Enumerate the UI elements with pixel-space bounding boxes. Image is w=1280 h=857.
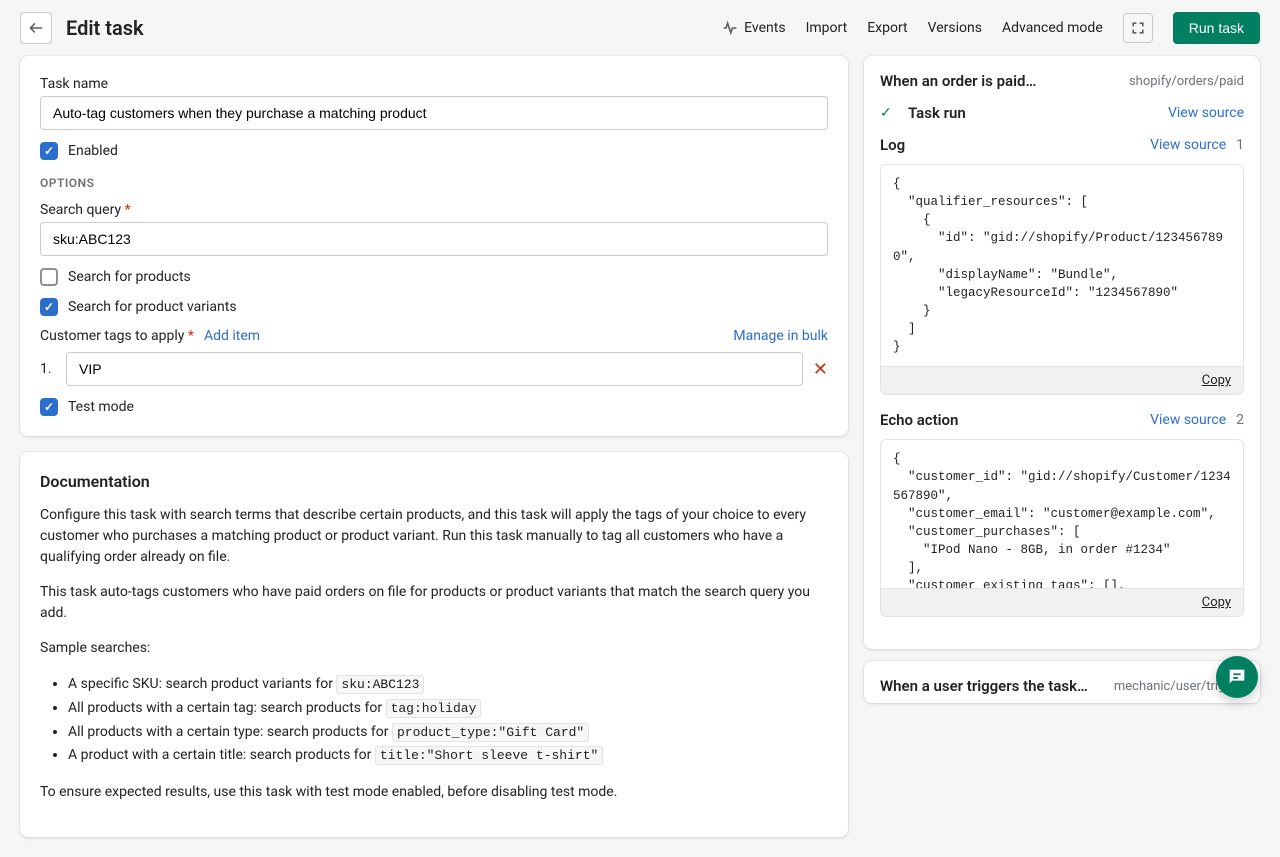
trigger-title: When a user triggers the task… bbox=[880, 677, 1088, 695]
doc-paragraph: Configure this task with search terms th… bbox=[40, 505, 828, 568]
log-count: 1 bbox=[1236, 137, 1244, 153]
echo-title: Echo action bbox=[880, 411, 958, 429]
advanced-mode-link[interactable]: Advanced mode bbox=[1002, 20, 1103, 36]
import-link[interactable]: Import bbox=[806, 20, 848, 36]
tag-index: 1. bbox=[40, 361, 56, 377]
log-body: { "qualifier_resources": [ { "id": "gid:… bbox=[881, 165, 1243, 366]
doc-paragraph: This task auto-tags customers who have p… bbox=[40, 582, 828, 624]
search-query-input[interactable] bbox=[40, 222, 828, 256]
task-name-label: Task name bbox=[40, 76, 828, 92]
view-source-link[interactable]: View source bbox=[1150, 412, 1226, 428]
view-source-link[interactable]: View source bbox=[1168, 105, 1244, 121]
options-heading: OPTIONS bbox=[40, 176, 828, 190]
arrow-left-icon bbox=[28, 20, 44, 36]
doc-list-item: A specific SKU: search product variants … bbox=[68, 673, 828, 697]
search-variants-label: Search for product variants bbox=[68, 299, 237, 315]
doc-paragraph: To ensure expected results, use this tas… bbox=[40, 782, 828, 803]
tag-input[interactable] bbox=[66, 352, 803, 386]
trigger-path: shopify/orders/paid bbox=[1129, 74, 1244, 89]
remove-tag-button[interactable]: ✕ bbox=[813, 359, 828, 380]
echo-code-block: { "customer_id": "gid://shopify/Customer… bbox=[880, 439, 1244, 617]
log-code-block: { "qualifier_resources": [ { "id": "gid:… bbox=[880, 164, 1244, 395]
doc-paragraph: Sample searches: bbox=[40, 638, 828, 659]
enabled-label: Enabled bbox=[68, 143, 118, 159]
check-icon: ✓ bbox=[880, 105, 896, 121]
manage-bulk-link[interactable]: Manage in bulk bbox=[733, 328, 828, 344]
run-task-button[interactable]: Run task bbox=[1173, 12, 1260, 44]
activity-icon bbox=[722, 20, 738, 36]
doc-list-item: All products with a certain type: search… bbox=[68, 721, 828, 745]
echo-count: 2 bbox=[1236, 412, 1244, 428]
add-item-link[interactable]: Add item bbox=[204, 328, 260, 344]
versions-link[interactable]: Versions bbox=[928, 20, 982, 36]
echo-body: { "customer_id": "gid://shopify/Customer… bbox=[881, 440, 1243, 588]
tags-label: Customer tags to apply * bbox=[40, 328, 194, 344]
search-products-checkbox[interactable] bbox=[40, 268, 58, 286]
chat-icon bbox=[1226, 666, 1248, 688]
trigger-card: When a user triggers the task… mechanic/… bbox=[864, 661, 1260, 703]
trigger-card: When an order is paid… shopify/orders/pa… bbox=[864, 56, 1260, 649]
documentation-card: Documentation Configure this task with s… bbox=[20, 452, 848, 837]
help-button[interactable] bbox=[1216, 656, 1258, 698]
expand-icon bbox=[1130, 20, 1146, 36]
view-source-link[interactable]: View source bbox=[1150, 137, 1226, 153]
task-name-input[interactable] bbox=[40, 96, 828, 130]
log-title: Log bbox=[880, 136, 905, 154]
task-run-label: Task run bbox=[908, 104, 966, 122]
export-link[interactable]: Export bbox=[867, 20, 907, 36]
copy-button[interactable]: Copy bbox=[1202, 373, 1231, 388]
copy-button[interactable]: Copy bbox=[1202, 595, 1231, 610]
doc-list-item: All products with a certain tag: search … bbox=[68, 697, 828, 721]
events-link[interactable]: Events bbox=[722, 20, 785, 36]
expand-button[interactable] bbox=[1123, 13, 1153, 43]
task-form-card: Task name Enabled OPTIONS Search query *… bbox=[20, 56, 848, 436]
enabled-checkbox[interactable] bbox=[40, 142, 58, 160]
test-mode-checkbox[interactable] bbox=[40, 398, 58, 416]
documentation-title: Documentation bbox=[40, 472, 828, 491]
back-button[interactable] bbox=[20, 12, 52, 44]
trigger-title: When an order is paid… bbox=[880, 72, 1036, 90]
search-query-label: Search query * bbox=[40, 202, 828, 218]
doc-list-item: A product with a certain title: search p… bbox=[68, 744, 828, 768]
page-title: Edit task bbox=[66, 16, 144, 40]
test-mode-label: Test mode bbox=[68, 399, 134, 415]
search-products-label: Search for products bbox=[68, 269, 191, 285]
tag-row: 1. ✕ bbox=[40, 352, 828, 386]
search-variants-checkbox[interactable] bbox=[40, 298, 58, 316]
